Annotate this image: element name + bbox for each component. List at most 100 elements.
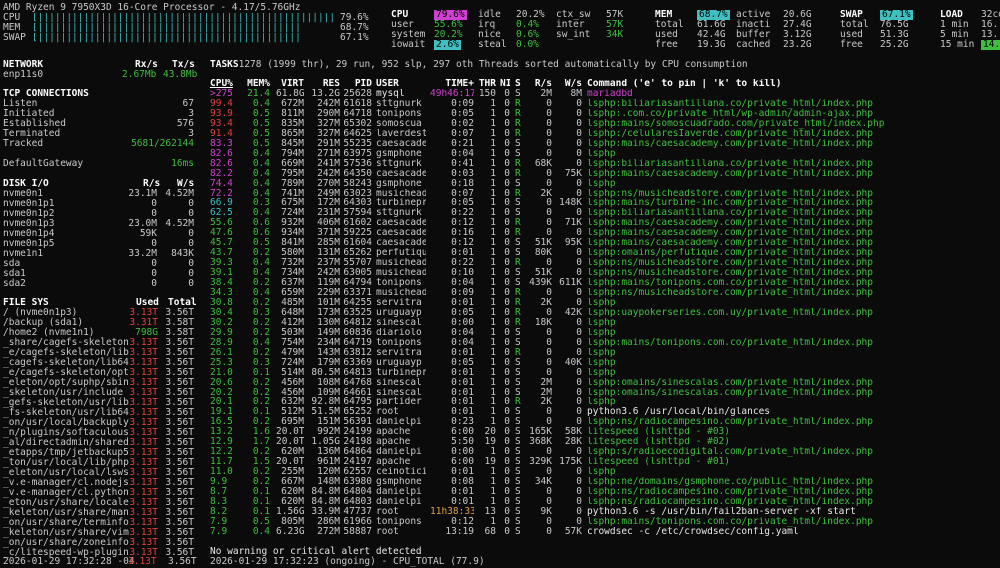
proc-cell-9: S xyxy=(515,477,521,488)
proc-cell-1: 0.2 xyxy=(252,477,270,488)
proc-cell-3: 119M xyxy=(317,278,340,289)
proc-cell-6: 0:12 xyxy=(451,238,474,249)
proc-cell-12: litespeed (lshttpd - #03) xyxy=(587,427,730,438)
proc-cell-0: 99.4 xyxy=(210,98,233,109)
proc-cell-8: 0 xyxy=(504,526,510,537)
proc-cell-8: 0 xyxy=(504,89,510,99)
mem-field-2-2: cached xyxy=(736,39,771,50)
proc-cell-9: R xyxy=(515,158,521,169)
proc-cell-9: S xyxy=(515,248,521,259)
proc-cell-12: python3.6 /usr/local/bin/glances xyxy=(587,407,771,418)
proc-cell-6: 0:22 xyxy=(451,208,474,219)
proc-cell-9: S xyxy=(515,367,521,378)
proc-cell-1: 0.4 xyxy=(252,188,270,199)
proc-cell-6: 0:12 xyxy=(451,218,474,229)
proc-cell-3: 992M xyxy=(317,427,340,438)
proc-cell-6: 0:05 xyxy=(451,357,474,368)
proc-cell-0: 20.6 xyxy=(210,377,233,388)
proc-cell-9: S xyxy=(515,268,521,279)
proc-cell-12: mariadbd xyxy=(587,89,633,99)
proc-cell-5: danielpi xyxy=(376,417,422,428)
proc-cell-7: 1 xyxy=(490,516,496,527)
proc-cell-1: 0.2 xyxy=(252,377,270,388)
proc-cell-9: R xyxy=(515,307,521,318)
proc-cell-0: 93.4 xyxy=(210,118,233,129)
proc-cell-10: 0 xyxy=(546,337,552,348)
proc-cell-6: 0:00 xyxy=(451,447,474,458)
proc-cell-10: 0 xyxy=(546,168,552,179)
proc-cell-0: 82.2 xyxy=(210,168,233,179)
proc-cell-8: 0 xyxy=(504,297,510,308)
proc-cell-11: 0 xyxy=(576,477,582,488)
bar-meter-cpu: [|||||||||||||||||||||||||||||||||||||||… xyxy=(32,13,337,23)
proc-cell-11: 0 xyxy=(576,297,582,308)
proc-cell-12: lsphp:mains/caesacademy.com/private_html… xyxy=(587,238,873,249)
proc-cell-5: gsmphone xyxy=(376,477,422,488)
proc-cell-3: 231M xyxy=(317,208,340,219)
proc-cell-8: 0 xyxy=(504,188,510,199)
proc-cell-5: root xyxy=(376,407,399,418)
proc-cell-6: 6:00 xyxy=(451,427,474,438)
proc-cell-9: S xyxy=(515,337,521,348)
proc-cell-9: S xyxy=(515,387,521,398)
proc-cell-2: 632M xyxy=(281,397,304,408)
proc-cell-7: 1 xyxy=(490,218,496,229)
proc-cell-9: S xyxy=(515,516,521,527)
proc-cell-1: 0.4 xyxy=(252,337,270,348)
proc-cell-7: 1 xyxy=(490,407,496,418)
proc-cell-4: 63975 xyxy=(343,148,372,159)
proc-cell-4: 64625 xyxy=(343,128,372,139)
proc-cell-2: 724M xyxy=(281,208,304,219)
proc-cell-1: 0.4 xyxy=(252,148,270,159)
proc-cell-5: somoscua xyxy=(376,118,422,129)
proc-cell-5: servitra xyxy=(376,297,422,308)
proc-cell-11: 0 xyxy=(576,268,582,279)
proc-cell-6: 0:01 xyxy=(451,297,474,308)
cpu-field-2-0: iowait xyxy=(391,39,426,50)
proc-cell-11: 175K xyxy=(559,457,582,468)
proc-cell-10: 0 xyxy=(546,138,552,149)
proc-cell-4: 55235 xyxy=(343,138,372,149)
proc-cell-4: 63023 xyxy=(343,188,372,199)
proc-cell-1: 0.5 xyxy=(252,138,270,149)
proc-cell-11: 28K xyxy=(564,437,582,448)
proc-cell-1: 1.5 xyxy=(252,457,270,468)
proc-cell-11: 0 xyxy=(576,317,582,328)
proc-cell-7: 1 xyxy=(490,487,496,497)
proc-cell-2: 695M xyxy=(281,417,304,428)
proc-cell-0: 12.2 xyxy=(210,447,233,458)
proc-cell-12: lsphp:/celularesIaverde.com/private_html… xyxy=(587,128,873,139)
proc-cell-3: 272M xyxy=(317,526,340,537)
proc-cell-9: S xyxy=(515,238,521,249)
proc-cell-3: 149M xyxy=(317,327,340,338)
proc-cell-11: 0 xyxy=(576,417,582,428)
proc-cell-3: 371M xyxy=(317,228,340,239)
proc-cell-1: 0.4 xyxy=(252,98,270,109)
proc-cell-3: 131M xyxy=(317,248,340,259)
proc-cell-5: diariolo xyxy=(376,327,422,338)
proc-cell-0: 13.2 xyxy=(210,427,233,438)
proc-cell-11: 71K xyxy=(564,218,582,229)
proc-cell-0: 39.1 xyxy=(210,268,233,279)
proc-cell-4: 63812 xyxy=(343,347,372,358)
proc-cell-10: 0 xyxy=(546,228,552,239)
proc-cell-6: 0:04 xyxy=(451,148,474,159)
proc-cell-12: lsphp:ns/radiocampesino.com/private_html… xyxy=(587,496,873,507)
proc-cell-7: 19 xyxy=(484,437,496,448)
proc-cell-10: 0 xyxy=(546,347,552,358)
proc-cell-11: 0 xyxy=(576,178,582,189)
proc-cell-7: 1 xyxy=(490,467,496,478)
proc-cell-12: lsphp:omains/sinescalas.com/private_html… xyxy=(587,377,873,388)
proc-cell-11: 0 xyxy=(576,288,582,298)
proc-cell-3: 291M xyxy=(317,138,340,149)
proc-cell-3: 234M xyxy=(317,337,340,348)
proc-cell-2: 932M xyxy=(281,218,304,229)
proc-cell-11: 0 xyxy=(576,258,582,269)
proc-cell-0: 45.7 xyxy=(210,238,233,249)
proc-cell-1: 1.6 xyxy=(252,427,270,438)
proc-cell-9: R xyxy=(515,258,521,269)
proc-cell-11: 75K xyxy=(564,168,582,179)
proc-cell-8: 0 xyxy=(504,397,510,408)
bar-meter-mem: [|||||||||||||||||||||||||||||||||||||||… xyxy=(32,23,301,33)
disk-write-9: 0 xyxy=(188,278,194,289)
